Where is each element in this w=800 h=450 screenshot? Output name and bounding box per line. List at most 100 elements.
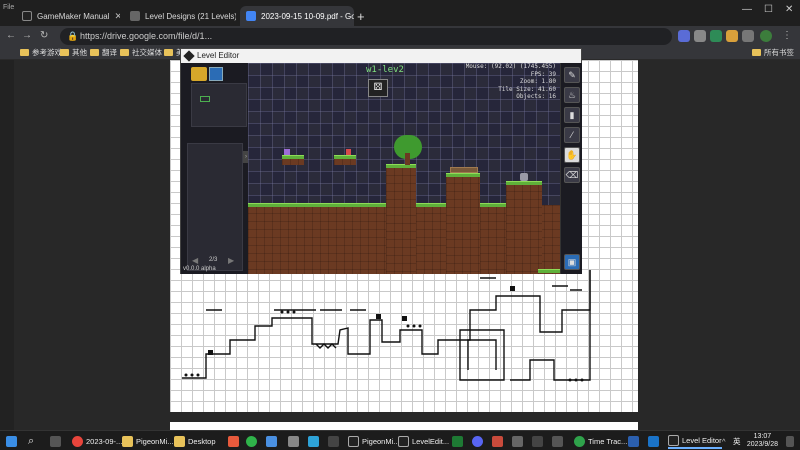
dirt-pillar <box>386 167 416 274</box>
gamemaker-icon <box>348 436 359 447</box>
new-tab-icon[interactable]: + <box>357 9 365 24</box>
bookmark-folder[interactable]: 翻译 <box>90 47 117 58</box>
editor-title: Level Editor <box>197 51 240 60</box>
bookmark-folder[interactable]: 社交媒体 <box>120 47 162 58</box>
eraser-icon[interactable]: ⌫ <box>564 167 580 183</box>
taskbar-app[interactable] <box>228 434 239 449</box>
taskbar-app[interactable] <box>246 434 257 449</box>
minimap-viewport <box>200 96 210 102</box>
grass-tiles <box>480 203 506 207</box>
app-icon <box>228 436 239 447</box>
hud-tile-size: Tile Size: 41.60 <box>498 85 556 93</box>
app-icon <box>452 436 463 447</box>
taskbar-app[interactable] <box>648 434 659 449</box>
close-window-icon[interactable]: ✕ <box>785 4 793 15</box>
app-icon <box>328 436 339 447</box>
next-page-icon[interactable]: ▶ <box>228 256 234 265</box>
all-bookmarks[interactable]: 所有书签 <box>752 47 794 58</box>
extension-icon[interactable] <box>710 30 722 42</box>
bookmark-label: 参考游戏 <box>32 48 62 57</box>
start-button[interactable] <box>6 434 17 449</box>
dice-button[interactable]: ⚄ <box>368 79 388 97</box>
hud-mouse: Mouse: (92.02) (1745.455) <box>465 63 556 70</box>
reload-icon[interactable]: ↻ <box>40 30 48 41</box>
taskbar-app[interactable] <box>308 434 319 449</box>
clock[interactable]: 13:07 2023/9/28 <box>747 433 778 449</box>
grass-tiles <box>538 269 560 273</box>
menu-dots-icon[interactable]: ⋮ <box>782 30 792 41</box>
pencil-icon[interactable]: ✎ <box>564 67 580 83</box>
app-icon <box>266 436 277 447</box>
folder-icon <box>20 49 29 56</box>
taskbar-app[interactable] <box>266 434 277 449</box>
taskbar-app[interactable] <box>472 434 483 449</box>
hud-zoom: Zoom: 1.80 <box>519 78 556 85</box>
tab-pdf[interactable]: 2023-09-15 10-09.pdf - Goog ✕ <box>240 6 354 26</box>
minimap[interactable] <box>191 83 247 127</box>
tab-level-designs[interactable]: Level Designs (21 Levels) ✕ <box>124 6 236 26</box>
close-icon[interactable]: ✕ <box>114 11 120 22</box>
editor-title-bar[interactable]: Level Editor <box>181 49 581 63</box>
taskbar-app[interactable] <box>328 434 339 449</box>
taskbar-app[interactable] <box>552 434 563 449</box>
bookmark-label: 翻译 <box>102 48 117 57</box>
forward-icon[interactable]: → <box>22 30 32 41</box>
app-icon <box>552 436 563 447</box>
extension-icon[interactable] <box>678 30 690 42</box>
editor-hud: Mouse: (92.02) (1745.455) FPS: 39 Zoom: … <box>466 63 556 101</box>
bookmark-label: 社交媒体 <box>132 48 162 57</box>
taskbar-item-timetracker[interactable]: Time Trac... <box>574 434 627 449</box>
brush-icon[interactable]: ▮ <box>564 107 580 123</box>
hud-objects: Objects: 16 <box>516 93 556 100</box>
taskbar-app[interactable] <box>628 434 639 449</box>
object-palette[interactable]: ◀ 2/3 ▶ <box>187 143 243 271</box>
page-indicator: 2/3 <box>209 257 218 263</box>
calculator-icon <box>288 436 299 447</box>
puzzle-icon[interactable] <box>742 30 754 42</box>
ime-indicator[interactable]: 英 <box>733 434 741 449</box>
chrome-icon <box>72 436 83 447</box>
extension-icon[interactable] <box>726 30 738 42</box>
document-icon <box>130 11 140 21</box>
taskbar-item-pdf[interactable]: 2023-09-... <box>72 434 122 449</box>
graph-paper-page-next <box>170 422 638 430</box>
prev-page-icon[interactable]: ◀ <box>192 256 198 265</box>
extension-icon[interactable] <box>694 30 706 42</box>
hand-icon[interactable]: ✋ <box>564 147 580 163</box>
save-icon[interactable] <box>209 67 223 81</box>
taskbar-app[interactable] <box>532 434 543 449</box>
editor-tool-panel: ✎ ♨ ▮ ⁄ ✋ ⌫ ▣ <box>560 63 582 274</box>
widgets-icon[interactable] <box>50 434 61 449</box>
back-icon[interactable]: ← <box>6 30 16 41</box>
flame-icon[interactable]: ♨ <box>564 87 580 103</box>
open-folder-icon[interactable] <box>191 67 207 81</box>
minimize-icon[interactable]: — <box>742 4 752 15</box>
taskbar-app[interactable] <box>512 434 523 449</box>
taskbar-item-level-editor[interactable]: Level Editor <box>668 434 722 449</box>
grass-tiles <box>248 203 388 207</box>
taskbar-item-leveledit[interactable]: LevelEdit... <box>398 434 449 449</box>
tray-chevron-icon[interactable]: ^ <box>722 434 726 449</box>
notification-icon[interactable] <box>786 434 794 449</box>
avatar[interactable] <box>760 30 772 42</box>
tab-gamemaker-manual[interactable]: GameMaker Manual ✕ <box>16 6 120 26</box>
bookmark-folder[interactable]: 参考游戏 <box>20 47 62 58</box>
crystal-object <box>284 149 290 155</box>
level-editor-window[interactable]: Level Editor ◀ 2/3 ▶ › v0.0.0 alpha w1-l… <box>180 48 582 274</box>
taskbar-item-desktop[interactable]: Desktop <box>174 434 216 449</box>
maximize-icon[interactable]: ☐ <box>764 4 773 15</box>
wand-icon[interactable]: ⁄ <box>564 127 580 143</box>
taskbar-label: Desktop <box>188 437 216 446</box>
taskbar-app[interactable] <box>492 434 503 449</box>
bookmark-label: 所有书签 <box>764 48 794 57</box>
search-icon[interactable]: ⌕ <box>28 434 34 449</box>
save-level-icon[interactable]: ▣ <box>564 254 580 270</box>
taskbar-item-pigeon[interactable]: PigeonMi... <box>122 434 174 449</box>
taskbar-app[interactable] <box>288 434 299 449</box>
taskbar-item-pigeon-app[interactable]: PigeonMi... <box>348 434 400 449</box>
discord-icon <box>472 436 483 447</box>
level-canvas[interactable]: w1-lev2 ⚄ Mouse: (92.02) (1745.455) FPS:… <box>248 63 560 274</box>
bookmark-folder[interactable]: 其他 <box>60 47 87 58</box>
taskbar-app[interactable] <box>452 434 463 449</box>
address-bar[interactable]: 🔒 https://drive.google.com/file/d/1... <box>60 28 672 45</box>
